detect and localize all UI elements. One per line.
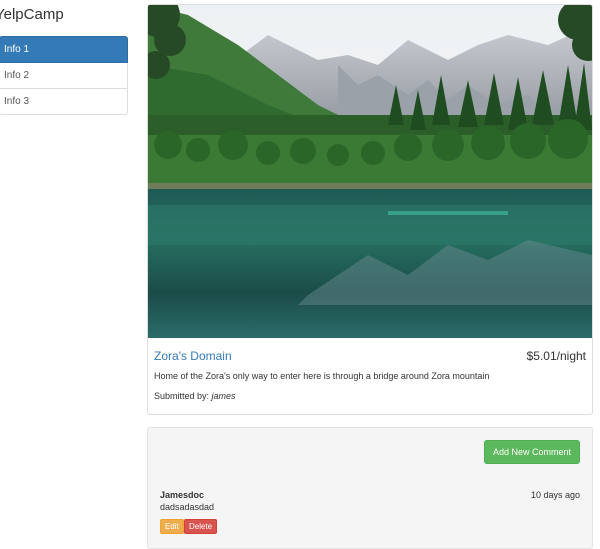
sidebar-list: Info 1 Info 2 Info 3 [0,36,128,115]
campground-photo [148,5,592,338]
delete-comment-button[interactable]: Delete [184,519,218,534]
comments-panel: Add New Comment Jamesdoc 10 days ago dad… [147,427,593,549]
sidebar-item-info-2[interactable]: Info 2 [0,63,128,89]
campground-price: $5.01/night [526,349,586,363]
comment-text: dadsadasdad [160,502,215,512]
comment-author: Jamesdoc [160,490,205,500]
submitted-by-author: james [211,391,236,401]
campground-description: Home of the Zora's only way to enter her… [154,371,490,381]
submitted-by: Submitted by: james [154,391,236,401]
edit-comment-button[interactable]: Edit [160,519,184,534]
brand-title: YelpCamp [0,6,64,23]
campground-card: Zora's Domain $5.01/night Home of the Zo… [147,4,593,415]
sidebar-item-info-3[interactable]: Info 3 [0,89,128,115]
campground-name-link[interactable]: Zora's Domain [154,349,232,363]
submitted-by-label: Submitted by: [154,391,210,401]
add-comment-button[interactable]: Add New Comment [483,440,580,464]
sidebar-item-info-1[interactable]: Info 1 [0,36,128,63]
comment-timestamp: 10 days ago [530,490,580,500]
